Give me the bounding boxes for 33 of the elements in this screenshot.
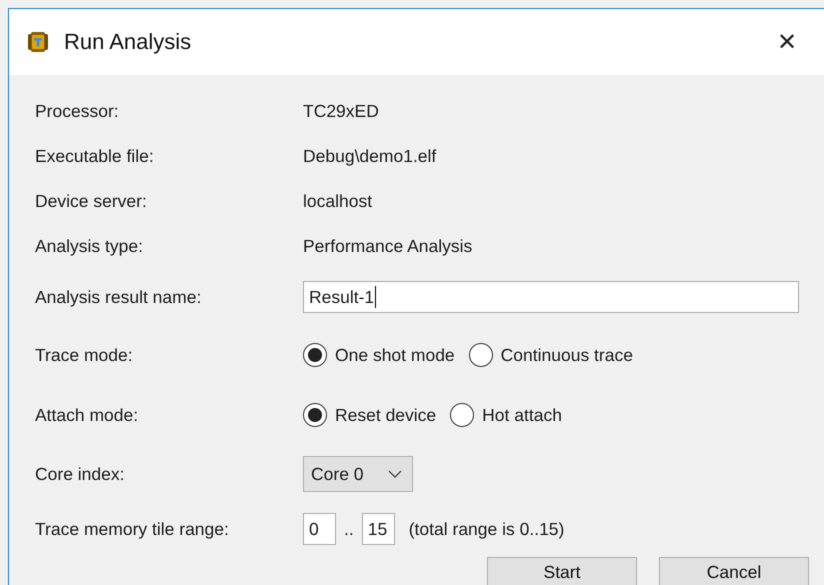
field-value: localhost xyxy=(303,191,372,212)
chip-icon xyxy=(27,31,49,53)
field-label: Processor: xyxy=(35,101,120,122)
range-separator: .. xyxy=(344,518,354,540)
window-title: Run Analysis xyxy=(64,29,192,55)
field-label: Device server: xyxy=(35,191,148,212)
close-icon[interactable]: ✕ xyxy=(777,28,797,56)
range-note: (total range is 0..15) xyxy=(408,518,564,540)
field-label: Analysis result name: xyxy=(35,286,202,308)
radio-button[interactable] xyxy=(303,403,327,427)
range-end-field[interactable]: 15 xyxy=(362,513,395,545)
core-dropdown[interactable]: Core 0 xyxy=(303,456,413,492)
result-name-field[interactable]: Result-1 xyxy=(303,281,799,313)
radio-button[interactable] xyxy=(468,343,493,367)
radio-button[interactable] xyxy=(303,343,327,367)
field-label: Trace mode: xyxy=(35,344,134,366)
field-value: Debug\demo1.elf xyxy=(303,146,436,167)
field-label: Attach mode: xyxy=(35,404,140,426)
range-start-field[interactable]: 0 xyxy=(303,513,336,545)
dialog-button[interactable]: Cancel xyxy=(659,557,809,585)
field-label: Analysis type: xyxy=(35,236,144,257)
radio-label[interactable]: One shot mode xyxy=(335,344,455,366)
field-label: Trace memory tile range: xyxy=(35,518,230,540)
field-label: Core index: xyxy=(35,464,126,484)
radio-label[interactable]: Continuous trace xyxy=(500,344,633,366)
radio-label[interactable]: Reset device xyxy=(335,404,436,426)
field-value: Performance Analysis xyxy=(303,236,472,257)
dialog-button[interactable]: Start xyxy=(487,557,637,585)
radio-label[interactable]: Hot attach xyxy=(482,404,562,426)
field-value: TC29xED xyxy=(303,101,379,122)
field-label: Executable file: xyxy=(35,146,155,167)
radio-button[interactable] xyxy=(450,403,474,427)
chevron-down-icon xyxy=(388,470,402,478)
